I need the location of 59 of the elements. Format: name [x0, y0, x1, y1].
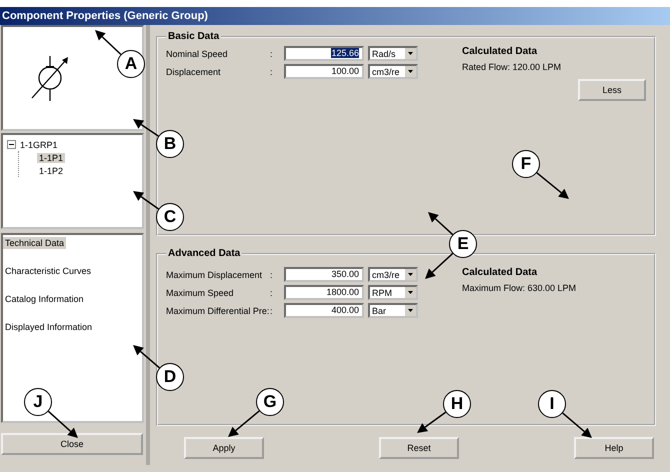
calculated-title: Calculated Data — [462, 46, 538, 57]
callout-arrow — [95, 30, 122, 55]
group-title: Basic Data — [167, 31, 220, 42]
page-item[interactable]: Displayed Information — [3, 321, 94, 333]
calculated-title: Calculated Data — [462, 267, 538, 278]
page-item[interactable]: Characteristic Curves — [3, 265, 94, 277]
callout-arrow — [428, 212, 454, 236]
colon: : — [270, 270, 274, 280]
unit-dropdown[interactable]: cm3/re — [368, 64, 418, 79]
callout-label: I — [538, 390, 566, 418]
input-field[interactable]: 400.00 — [284, 303, 364, 318]
input-field[interactable]: 100.00 — [284, 64, 364, 79]
callout-arrow — [536, 172, 569, 199]
action-button[interactable]: Help — [574, 437, 654, 459]
callout-label: H — [443, 390, 471, 418]
page-item[interactable]: Technical Data — [3, 237, 66, 249]
action-button[interactable]: Reset — [379, 437, 459, 459]
window-title: Component Properties (Generic Group) — [0, 7, 670, 25]
collapse-icon[interactable] — [7, 140, 16, 149]
callout-arrow — [228, 410, 260, 437]
callout-arrow — [133, 119, 159, 137]
colon: : — [270, 66, 274, 76]
callout-label: F — [512, 150, 540, 178]
calculated-value: Rated Flow: 120.00 LPM — [462, 62, 562, 72]
tree-item[interactable]: 1-1P2 — [37, 166, 66, 176]
tree-item[interactable]: 1-1P1 — [37, 152, 66, 162]
callout-arrow — [48, 410, 78, 438]
less-button[interactable]: Less — [578, 79, 646, 101]
calculated-value: Maximum Flow: 630.00 LPM — [462, 283, 576, 293]
tree-item[interactable]: 1-1GRP1 — [18, 140, 60, 150]
input-field[interactable]: 350.00 — [284, 267, 364, 282]
callout-arrow — [133, 191, 159, 210]
colon: : — [270, 48, 274, 58]
callout-label: E — [449, 230, 477, 258]
callout-arrow — [417, 412, 446, 433]
colon: : — [270, 288, 274, 298]
input-field[interactable]: 125.66 — [284, 46, 364, 61]
colon: : — [270, 306, 274, 316]
unit-dropdown[interactable]: Rad/s — [368, 46, 418, 61]
input-field[interactable]: 1800.00 — [284, 285, 364, 300]
callout-label: C — [156, 203, 184, 231]
field-label: Nominal Speed — [166, 48, 229, 58]
unit-dropdown[interactable]: cm3/re — [368, 267, 418, 282]
callout-label: G — [256, 388, 284, 416]
field-label: Maximum Differential Pre: — [166, 306, 270, 316]
field-label: Maximum Displacement — [166, 270, 264, 280]
page-item[interactable]: Catalog Information — [3, 293, 86, 305]
field-label: Maximum Speed — [166, 288, 235, 298]
callout-label: D — [156, 363, 184, 391]
callout-arrow — [133, 345, 160, 368]
action-button[interactable]: Apply — [184, 437, 264, 459]
callout-arrow — [562, 412, 592, 438]
unit-dropdown[interactable]: Bar — [368, 303, 418, 318]
close-button[interactable]: Close — [1, 433, 143, 455]
callout-arrow — [425, 252, 454, 279]
unit-dropdown[interactable]: RPM — [368, 285, 418, 300]
group-title: Advanced Data — [167, 248, 242, 259]
field-label: Displacement — [166, 66, 222, 76]
callout-label: B — [156, 130, 184, 158]
